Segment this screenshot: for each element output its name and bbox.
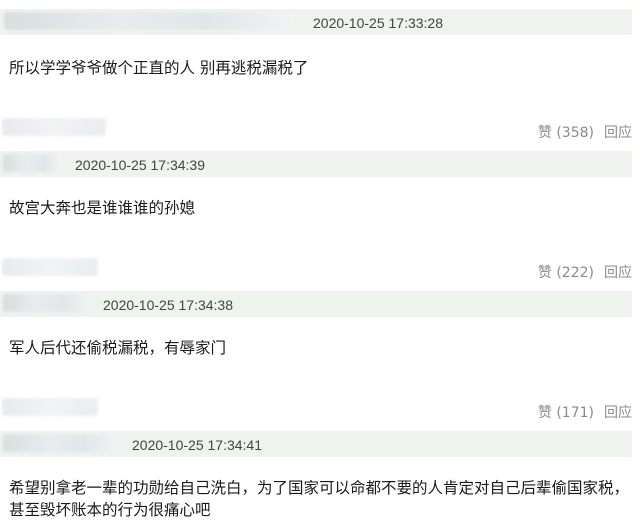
- redacted-username: [3, 294, 89, 312]
- like-button[interactable]: 赞 (222): [538, 265, 594, 281]
- redacted-username: [3, 434, 119, 452]
- reply-button[interactable]: 回应: [604, 125, 632, 141]
- comment-text: 所以学学爷爷做个正直的人 别再逃税漏税了: [9, 59, 309, 77]
- comment-actions: 赞 (171) 回应: [528, 403, 632, 423]
- like-button[interactable]: 赞 (171): [538, 405, 594, 421]
- comment-timestamp: 2020-10-25 17:34:41: [132, 437, 262, 453]
- redacted-username: [4, 12, 294, 30]
- comment-timestamp: 2020-10-25 17:34:39: [75, 157, 205, 173]
- comment-actions: 赞 (222) 回应: [528, 263, 632, 283]
- comment-text: 希望别拿老一辈的功勋给自己洗白，为了国家可以命都不要的人肯定对自己后辈偷国家税，…: [9, 479, 630, 519]
- comment-actions: 赞 (358) 回应: [528, 123, 632, 143]
- redacted-avatar: [2, 258, 98, 276]
- like-button[interactable]: 赞 (358): [538, 125, 594, 141]
- redacted-username: [3, 154, 61, 172]
- comment-text: 故宫大奔也是谁谁谁的孙媳: [9, 199, 196, 217]
- comment-timestamp: 2020-10-25 17:34:38: [103, 297, 233, 313]
- reply-button[interactable]: 回应: [604, 265, 632, 281]
- redacted-avatar: [2, 118, 106, 136]
- comment-text: 军人后代还偷税漏税，有辱家门: [9, 339, 227, 357]
- reply-button[interactable]: 回应: [604, 405, 632, 421]
- comment-header-bar: [0, 291, 632, 317]
- redacted-avatar: [2, 398, 98, 416]
- comment-timestamp: 2020-10-25 17:33:28: [313, 15, 443, 31]
